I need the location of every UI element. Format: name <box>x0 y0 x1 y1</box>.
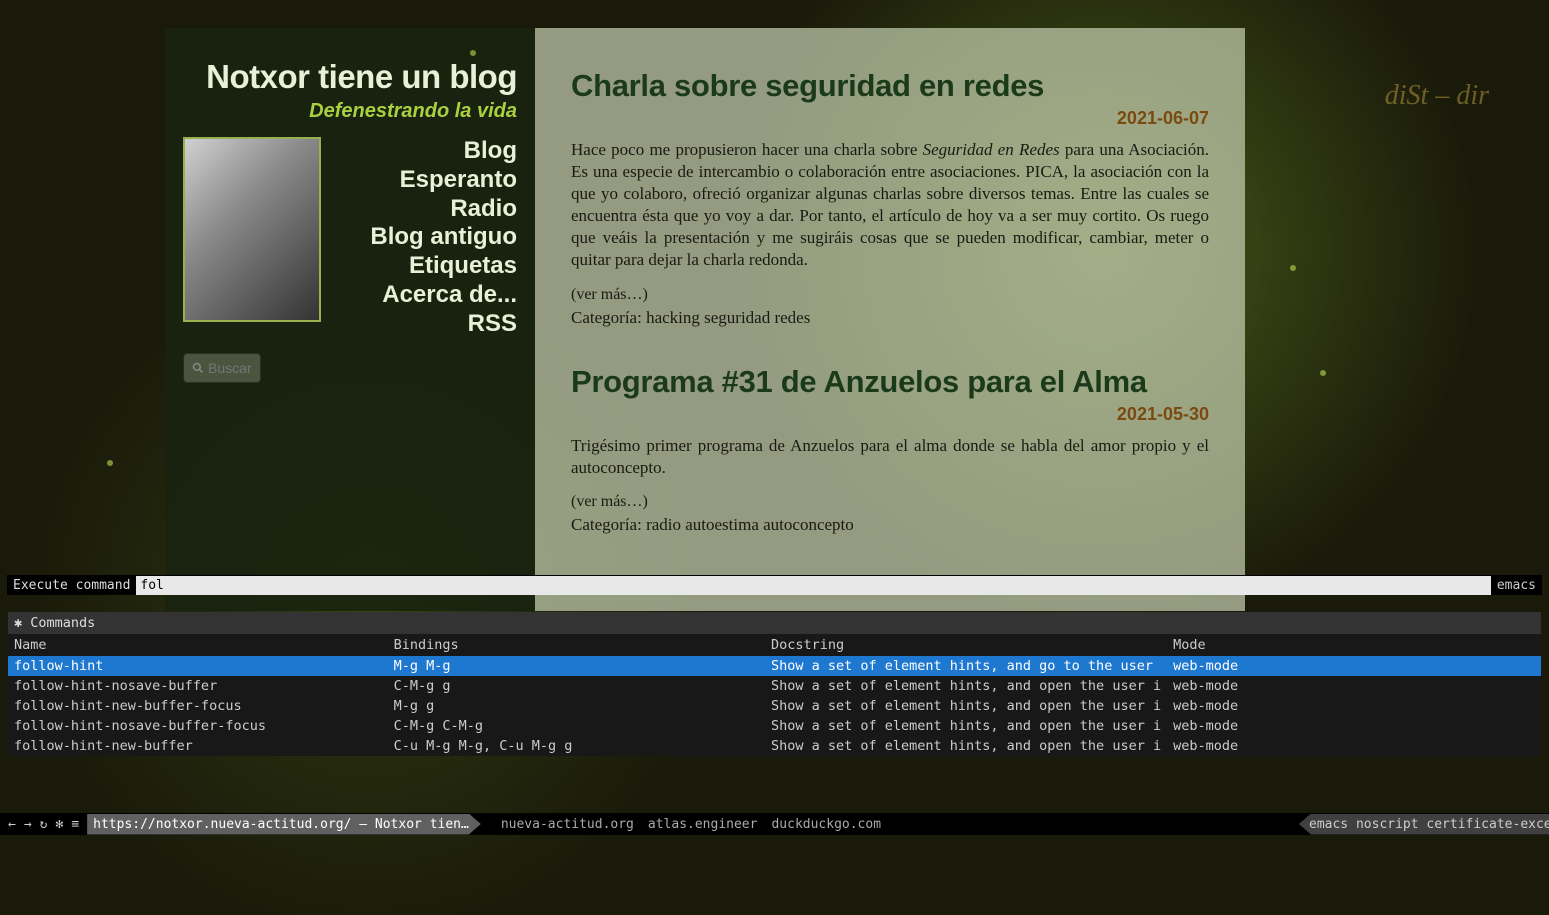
category-tags[interactable]: hacking seguridad redes <box>646 308 810 327</box>
status-bar: ← → ↻ ✻ ≡ https://notxor.nueva-actitud.o… <box>0 813 1549 835</box>
site-title: Notxor tiene un blog <box>183 58 517 96</box>
col-name: Name <box>8 634 388 656</box>
post-title[interactable]: Charla sobre seguridad en redes <box>571 68 1209 104</box>
nav-esperanto[interactable]: Esperanto <box>331 166 517 195</box>
post: Charla sobre seguridad en redes 2021-06-… <box>571 68 1209 328</box>
host-list: nueva-actitud.org atlas.engineer duckduc… <box>477 817 881 832</box>
host-link[interactable]: duckduckgo.com <box>771 817 881 832</box>
table-row[interactable]: follow-hintM-g M-gShow a set of element … <box>8 656 1541 676</box>
cell-doc: Show a set of element hints, and open th… <box>765 676 1167 696</box>
sidebar: Notxor tiene un blog Defenestrando la vi… <box>165 28 535 611</box>
nav-etiquetas[interactable]: Etiquetas <box>331 252 517 281</box>
table-row[interactable]: follow-hint-nosave-bufferC-M-g gShow a s… <box>8 676 1541 696</box>
cell-bind: C-M-g C-M-g <box>388 716 765 736</box>
completion-panel: ✱ Commands Name Bindings Docstring Mode … <box>8 612 1541 756</box>
completion-table: Name Bindings Docstring Mode follow-hint… <box>8 634 1541 756</box>
site-subtitle: Defenestrando la vida <box>183 100 517 123</box>
cell-bind: M-g g <box>388 696 765 716</box>
nav-blog[interactable]: Blog <box>331 137 517 166</box>
completion-heading: ✱ Commands <box>8 612 1541 634</box>
post-categories: Categoría: hacking seguridad redes <box>571 308 1209 328</box>
host-link[interactable]: nueva-actitud.org <box>501 817 634 832</box>
background-dot <box>470 50 476 56</box>
col-mode: Mode <box>1167 634 1541 656</box>
cell-mode: web-mode <box>1167 696 1541 716</box>
cell-bind: C-M-g g <box>388 676 765 696</box>
cell-bind: C-u M-g M-g, C-u M-g g <box>388 736 765 756</box>
post-body: Trigésimo primer programa de Anzuelos pa… <box>571 435 1209 479</box>
search-input[interactable] <box>208 360 252 376</box>
main-nav: Blog Esperanto Radio Blog antiguo Etique… <box>331 137 517 339</box>
read-more-link[interactable]: (ver más…) <box>571 286 1209 304</box>
post-categories: Categoría: radio autoestima autoconcepto <box>571 515 1209 535</box>
cell-mode: web-mode <box>1167 736 1541 756</box>
cell-doc: Show a set of element hints, and open th… <box>765 696 1167 716</box>
cell-mode: web-mode <box>1167 656 1541 676</box>
background-dot <box>1320 370 1326 376</box>
nav-acerca[interactable]: Acerca de... <box>331 281 517 310</box>
back-icon[interactable]: ← <box>8 817 16 832</box>
background-dot <box>1290 265 1296 271</box>
minibuffer: Execute command emacs <box>7 575 1542 595</box>
cell-bind: M-g M-g <box>388 656 765 676</box>
cell-doc: Show a set of element hints, and open th… <box>765 716 1167 736</box>
nav-radio[interactable]: Radio <box>331 195 517 224</box>
post: Programa #31 de Anzuelos para el Alma 20… <box>571 364 1209 535</box>
col-docstring: Docstring <box>765 634 1167 656</box>
active-modes: emacs noscript certificate-excepti <box>1299 814 1549 835</box>
table-header-row: Name Bindings Docstring Mode <box>8 634 1541 656</box>
cell-name: follow-hint-new-buffer-focus <box>8 696 388 716</box>
nav-rss[interactable]: RSS <box>331 310 517 339</box>
cell-name: follow-hint <box>8 656 388 676</box>
host-link[interactable]: atlas.engineer <box>648 817 758 832</box>
cell-name: follow-hint-new-buffer <box>8 736 388 756</box>
col-bindings: Bindings <box>388 634 765 656</box>
background-decoration: diSt – dir <box>1385 80 1489 112</box>
minibuffer-input[interactable] <box>136 576 1490 595</box>
table-row[interactable]: follow-hint-nosave-buffer-focusC-M-g C-M… <box>8 716 1541 736</box>
cell-mode: web-mode <box>1167 676 1541 696</box>
cell-name: follow-hint-nosave-buffer-focus <box>8 716 388 736</box>
forward-icon[interactable]: → <box>24 817 32 832</box>
cell-mode: web-mode <box>1167 716 1541 736</box>
buffer-tab-active[interactable]: https://notxor.nueva-actitud.org/ — Notx… <box>87 814 481 835</box>
post-date: 2021-06-07 <box>571 108 1209 129</box>
background-dot <box>107 460 113 466</box>
category-tags[interactable]: radio autoestima autoconcepto <box>646 515 854 534</box>
minibuffer-prompt: Execute command <box>7 578 136 593</box>
table-row[interactable]: follow-hint-new-bufferC-u M-g M-g, C-u M… <box>8 736 1541 756</box>
minibuffer-mode-indicator: emacs <box>1491 578 1542 593</box>
post-body: Hace poco me propusieron hacer una charl… <box>571 139 1209 272</box>
settings-icon[interactable]: ✻ <box>55 817 63 832</box>
reload-icon[interactable]: ↻ <box>40 817 48 832</box>
search-box[interactable] <box>183 353 261 383</box>
avatar[interactable] <box>183 137 321 322</box>
read-more-link[interactable]: (ver más…) <box>571 493 1209 511</box>
search-icon <box>192 361 204 375</box>
cell-name: follow-hint-nosave-buffer <box>8 676 388 696</box>
content: Charla sobre seguridad en redes 2021-06-… <box>535 28 1245 611</box>
post-title[interactable]: Programa #31 de Anzuelos para el Alma <box>571 364 1209 400</box>
nav-blog-antiguo[interactable]: Blog antiguo <box>331 223 517 252</box>
cell-doc: Show a set of element hints, and go to t… <box>765 656 1167 676</box>
menu-icon[interactable]: ≡ <box>71 817 79 832</box>
cell-doc: Show a set of element hints, and open th… <box>765 736 1167 756</box>
post-date: 2021-05-30 <box>571 404 1209 425</box>
table-row[interactable]: follow-hint-new-buffer-focusM-g gShow a … <box>8 696 1541 716</box>
